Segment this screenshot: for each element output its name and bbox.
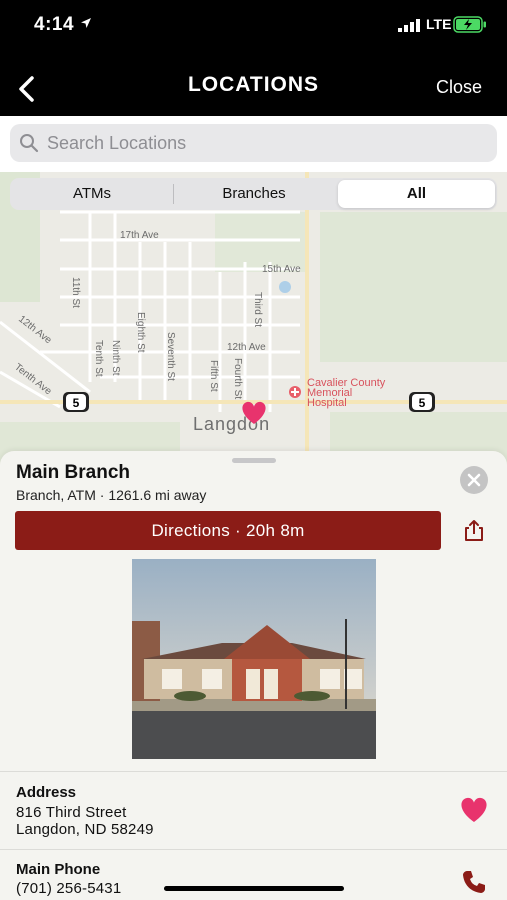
divider bbox=[0, 771, 507, 772]
status-bar: 4:14 LTE bbox=[0, 0, 507, 50]
close-sheet-button[interactable] bbox=[460, 466, 488, 494]
route-number: 5 bbox=[73, 396, 80, 410]
street-label: Fourth St bbox=[232, 358, 243, 399]
home-indicator[interactable] bbox=[164, 886, 344, 891]
close-icon bbox=[467, 473, 481, 487]
route-number: 5 bbox=[419, 396, 426, 410]
address-line-2[interactable]: Langdon, ND 58249 bbox=[16, 821, 154, 838]
street-label: 12th Ave bbox=[227, 342, 266, 353]
branch-building-image bbox=[132, 559, 376, 759]
map-streets: 5 5 17th Ave 15th Ave 12th Ave 12th Ave … bbox=[0, 172, 507, 472]
address-line-1[interactable]: 816 Third Street bbox=[16, 804, 127, 821]
close-button[interactable]: Close bbox=[436, 77, 482, 98]
search-field[interactable] bbox=[10, 124, 497, 162]
street-label: 17th Ave bbox=[120, 230, 159, 241]
phone-icon[interactable] bbox=[461, 869, 487, 895]
branch-photo bbox=[132, 559, 376, 759]
phone-label: Main Phone bbox=[16, 861, 101, 878]
network-type: LTE bbox=[426, 16, 452, 32]
street-label: Ninth St bbox=[110, 340, 121, 376]
street-label: 11th St bbox=[70, 277, 81, 308]
location-subtitle: Branch, ATM · 1261.6 mi away bbox=[16, 487, 207, 503]
map-view[interactable]: 5 5 17th Ave 15th Ave 12th Ave 12th Ave … bbox=[0, 172, 507, 472]
phone-number[interactable]: (701) 256-5431 bbox=[16, 880, 121, 897]
location-name: Main Branch bbox=[16, 462, 131, 483]
directions-button[interactable]: Directions · 20h 8m bbox=[15, 511, 441, 550]
search-icon bbox=[20, 134, 39, 153]
nav-bar: LOCATIONS Close bbox=[0, 50, 507, 116]
route-shield-right: 5 bbox=[409, 392, 435, 412]
heart-icon[interactable] bbox=[459, 797, 489, 823]
street-label: Seventh St bbox=[165, 332, 176, 381]
street-label: Tenth St bbox=[93, 340, 104, 377]
street-label: Eighth St bbox=[135, 312, 146, 353]
street-label: Fifth St bbox=[208, 360, 219, 392]
street-label: 12th Ave bbox=[16, 314, 54, 347]
hospital-label: Hospital bbox=[307, 397, 347, 409]
segment-all[interactable]: All bbox=[338, 180, 495, 208]
location-detail-sheet: Main Branch Branch, ATM · 1261.6 mi away… bbox=[0, 451, 507, 900]
location-arrow-icon bbox=[81, 18, 91, 28]
segment-atms[interactable]: ATMs bbox=[12, 180, 172, 208]
route-shield-left: 5 bbox=[63, 392, 89, 412]
street-label: Third St bbox=[252, 292, 263, 327]
search-bar bbox=[0, 116, 507, 172]
address-label: Address bbox=[16, 784, 77, 801]
page-title: LOCATIONS bbox=[187, 73, 320, 96]
share-icon[interactable] bbox=[462, 519, 486, 543]
status-time: 4:14 bbox=[34, 14, 75, 35]
hospital-marker: Cavalier County Memorial Hospital bbox=[289, 377, 386, 409]
search-input[interactable] bbox=[47, 130, 477, 156]
battery-icon bbox=[453, 16, 486, 33]
sheet-grabber[interactable] bbox=[232, 458, 276, 463]
signal-icon bbox=[398, 19, 420, 32]
divider bbox=[0, 849, 507, 850]
street-label: 15th Ave bbox=[262, 264, 301, 275]
location-filter-segmented-control: ATMs Branches All bbox=[10, 178, 497, 210]
segment-branches[interactable]: Branches bbox=[174, 180, 334, 208]
